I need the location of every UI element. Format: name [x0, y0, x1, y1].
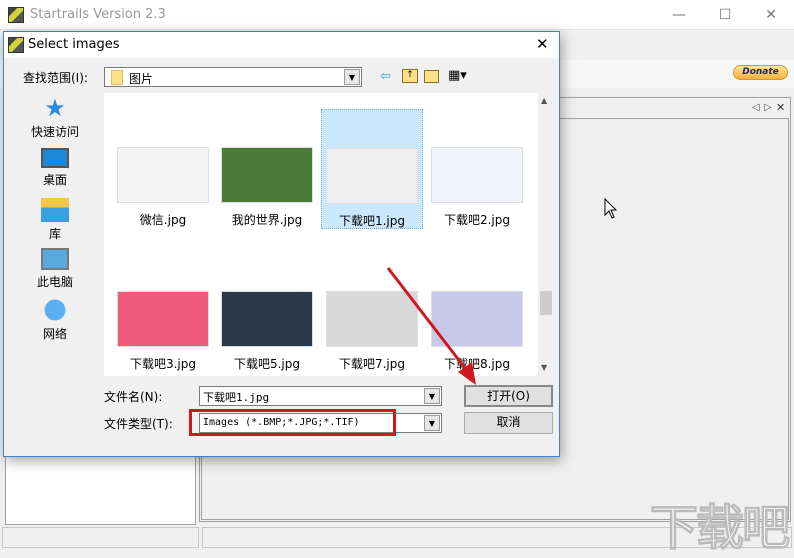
maximize-button[interactable]: ☐ — [702, 0, 748, 30]
place-label: 库 — [48, 227, 61, 241]
scrollbar-thumb[interactable] — [540, 291, 552, 315]
file-name: 微信.jpg — [139, 213, 187, 227]
place-desktop[interactable]: 桌面 — [20, 148, 90, 188]
close-button[interactable]: ✕ — [748, 0, 794, 30]
place-label: 此电脑 — [36, 275, 73, 289]
file-name: 下载吧3.jpg — [129, 357, 197, 371]
annotation-arrow — [386, 267, 476, 385]
look-in-value: 图片 — [129, 72, 154, 86]
filename-label: 文件名(N): — [104, 390, 163, 404]
dialog-close-button[interactable]: ✕ — [536, 35, 549, 53]
file-item[interactable]: 我的世界.jpg — [216, 109, 318, 229]
highlight-box — [189, 409, 396, 436]
watermark: 下载吧 — [649, 500, 790, 557]
back-icon[interactable]: ⇦ — [380, 69, 391, 84]
tab-next-button[interactable]: ▷ — [764, 102, 772, 113]
file-thumbnail — [117, 291, 209, 347]
file-thumbnail — [326, 148, 418, 204]
minimize-button[interactable]: — — [656, 0, 702, 30]
place-library[interactable]: 库 — [20, 198, 90, 242]
new-folder-icon[interactable] — [424, 70, 439, 83]
file-item[interactable]: 下载吧5.jpg — [216, 253, 318, 373]
app-icon — [8, 7, 24, 23]
main-window-title: Startrails Version 2.3 — [30, 7, 166, 22]
place-network[interactable]: 网络 — [20, 298, 90, 342]
file-name: 下载吧5.jpg — [233, 357, 301, 371]
file-item[interactable]: 微信.jpg — [112, 109, 214, 229]
cancel-button[interactable]: 取消 — [464, 412, 553, 434]
chevron-down-icon[interactable]: ▼ — [424, 415, 440, 431]
dialog-app-icon — [8, 37, 24, 53]
file-thumbnail — [117, 147, 209, 203]
file-name: 下载吧2.jpg — [443, 213, 511, 227]
status-bar-left — [2, 527, 199, 548]
file-item[interactable]: 下载吧1.jpg — [321, 109, 423, 229]
dialog-title: Select images — [28, 37, 120, 52]
tab-prev-button[interactable]: ◁ — [752, 102, 760, 113]
place-quick-access[interactable]: ★ 快速访问 — [20, 96, 90, 140]
filetype-label: 文件类型(T): — [104, 417, 173, 431]
up-folder-icon[interactable]: ↑ — [402, 69, 418, 83]
file-item[interactable]: 下载吧2.jpg — [426, 109, 528, 229]
look-in-label: 查找范围(I): — [23, 71, 88, 85]
file-item[interactable]: 下载吧3.jpg — [112, 253, 214, 373]
file-list-scrollbar[interactable]: ▲ ▼ — [538, 93, 554, 376]
dialog-title-bar: Select images ✕ — [4, 32, 559, 58]
file-thumbnail — [221, 291, 313, 347]
main-title-bar: Startrails Version 2.3 — ☐ ✕ — [0, 0, 794, 30]
filename-value: 下载吧1.jpg — [203, 391, 270, 404]
place-label: 桌面 — [42, 173, 67, 187]
place-label: 网络 — [42, 327, 67, 341]
file-thumbnail — [431, 147, 523, 203]
mouse-cursor-icon — [604, 198, 618, 219]
tab-close-button[interactable]: ✕ — [776, 101, 785, 114]
place-label: 快速访问 — [30, 125, 79, 139]
file-name: 下载吧1.jpg — [338, 214, 406, 228]
network-icon — [41, 298, 69, 322]
view-menu-icon[interactable]: ▦▾ — [448, 68, 467, 83]
look-in-combo[interactable]: 图片 ▼ — [104, 67, 362, 87]
desktop-icon — [41, 148, 69, 168]
library-icon — [41, 198, 69, 222]
donate-button[interactable]: Donate — [733, 65, 788, 80]
star-icon: ★ — [44, 94, 66, 122]
file-thumbnail — [221, 147, 313, 203]
place-this-pc[interactable]: 此电脑 — [20, 248, 90, 290]
file-name: 我的世界.jpg — [231, 213, 303, 227]
computer-icon — [41, 248, 69, 270]
folder-icon — [111, 70, 123, 85]
chevron-down-icon[interactable]: ▼ — [344, 69, 360, 85]
